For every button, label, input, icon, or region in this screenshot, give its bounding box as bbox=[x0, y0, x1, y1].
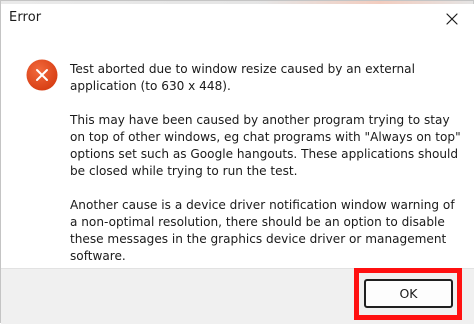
message-paragraph: Another cause is a device driver notific… bbox=[70, 198, 455, 263]
message-paragraph: This may have been caused by another pro… bbox=[70, 113, 461, 178]
dialog-title: Error bbox=[9, 10, 42, 25]
title-bar: Error bbox=[1, 4, 474, 34]
close-button[interactable] bbox=[429, 4, 474, 34]
error-dialog: Error Test aborted due to window resize … bbox=[0, 0, 474, 324]
ok-button[interactable]: OK bbox=[364, 279, 453, 308]
error-message: Test aborted due to window resize caused… bbox=[70, 61, 462, 282]
dialog-content: Test aborted due to window resize caused… bbox=[1, 34, 474, 268]
error-icon bbox=[26, 59, 58, 91]
message-paragraph: Test aborted due to window resize caused… bbox=[70, 62, 415, 93]
close-icon bbox=[446, 13, 458, 25]
